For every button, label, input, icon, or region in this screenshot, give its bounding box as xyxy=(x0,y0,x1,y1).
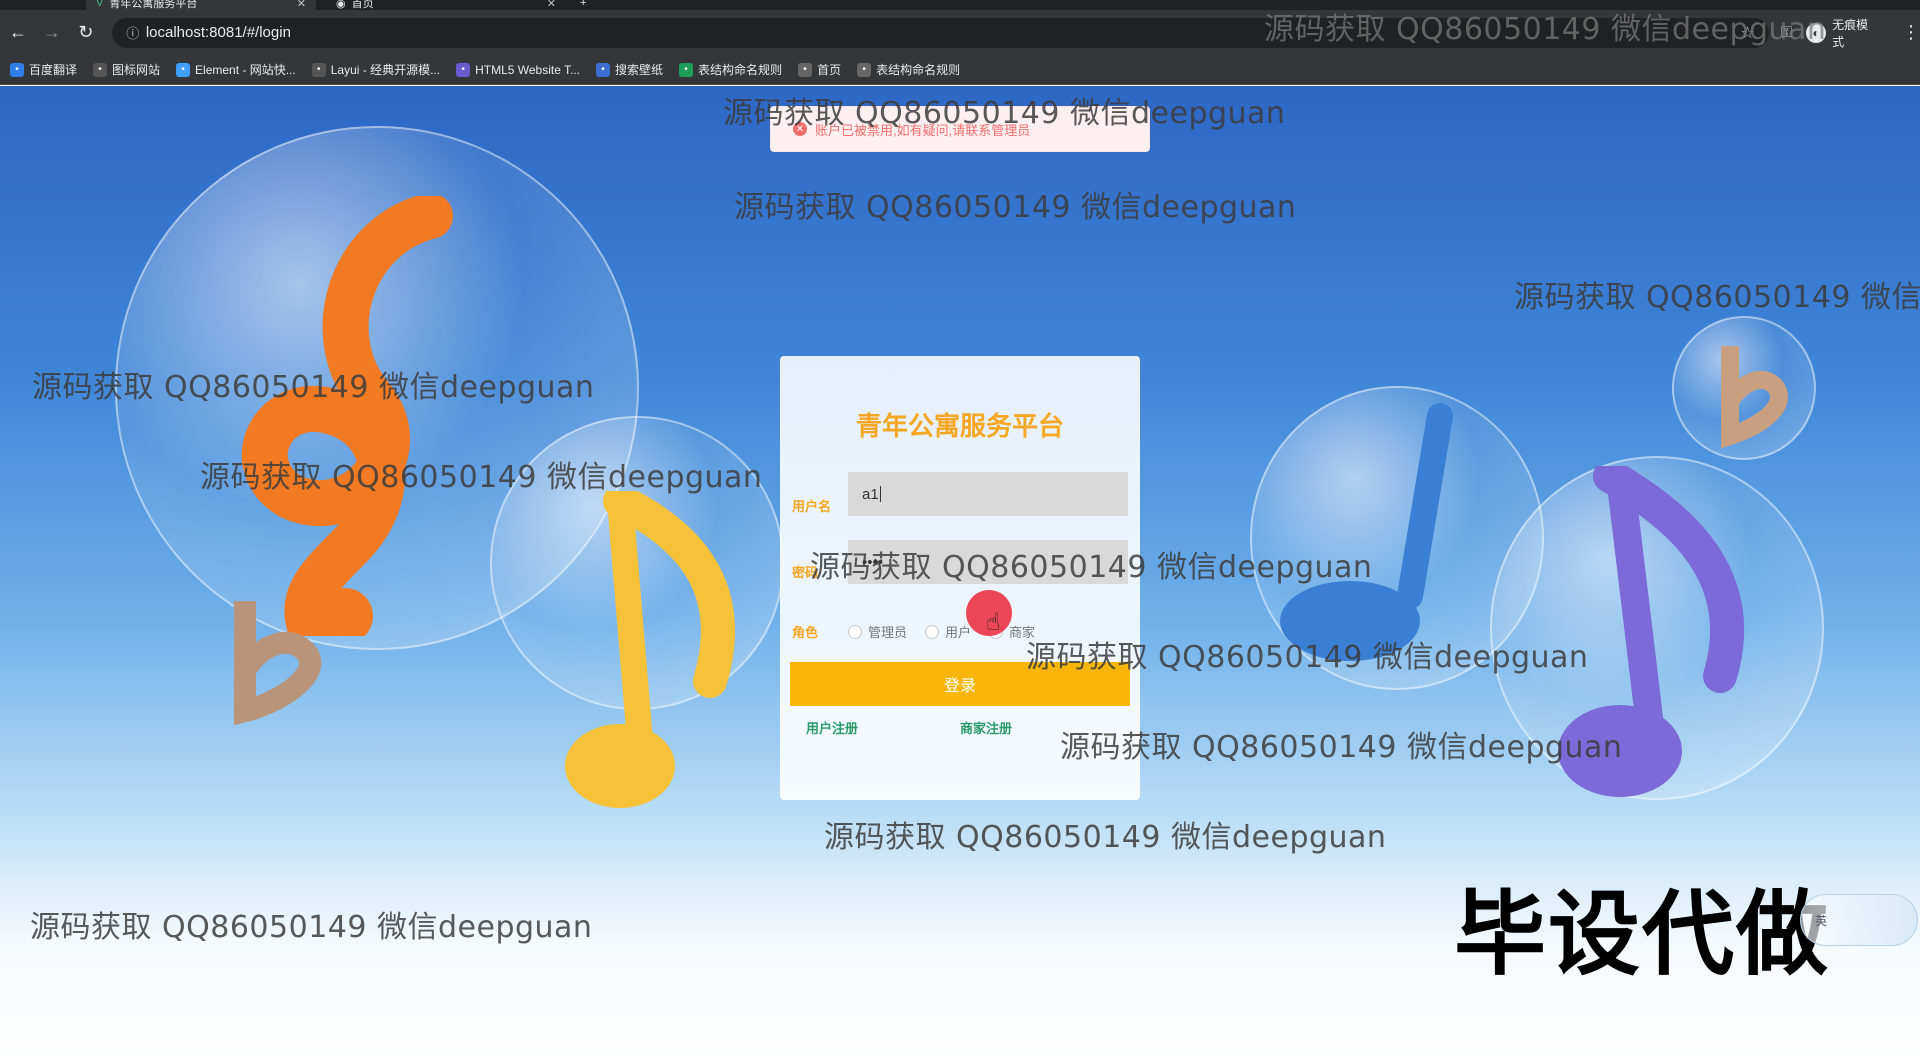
bookmark-item[interactable]: • Layui - 经典开源模... xyxy=(311,61,441,78)
close-icon[interactable]: ✕ xyxy=(547,0,556,10)
role-option-admin[interactable]: 管理员 xyxy=(848,622,907,641)
bookmark-label: 百度翻译 xyxy=(29,63,78,77)
tab-title: 青年公寓服务平台 xyxy=(109,0,198,10)
ime-language-label: 英 xyxy=(1815,913,1828,928)
watermark: 源码获取 QQ86050149 微信deepguan xyxy=(810,550,1373,585)
flat-symbol-icon xyxy=(1721,346,1788,449)
login-title: 青年公寓服务平台 xyxy=(855,411,1064,441)
bookmark-label: 表结构命名规则 xyxy=(698,63,783,77)
globe-icon: • xyxy=(857,62,872,77)
radio-button[interactable] xyxy=(848,624,862,639)
bookmark-item[interactable]: • 表结构命名规则 xyxy=(679,61,782,78)
watermark: 源码获取 QQ86050149 微信deepguan xyxy=(1060,730,1623,765)
role-option-label: 用户 xyxy=(945,625,972,640)
login-page: ✕ 账户已被禁用,如有疑问,请联系管理员 青年公寓服务平台 用户名 a1 密码 … xyxy=(0,86,1920,1056)
bookmark-item[interactable]: • Element - 网站快... xyxy=(176,61,296,78)
bookmark-item[interactable]: • 百度翻译 xyxy=(10,61,77,78)
user-register-link[interactable]: 用户注册 xyxy=(806,718,858,737)
bookmark-label: Element - 网站快... xyxy=(195,63,296,77)
watermark: 源码获取 QQ86050149 微信d xyxy=(1514,280,1920,315)
layui-icon: • xyxy=(311,62,326,77)
watermark: 源码获取 QQ86050149 微信deepguan xyxy=(824,820,1387,855)
watermark: 源码获取 QQ86050149 微信deepguan xyxy=(200,460,763,495)
merchant-register-link[interactable]: 商家注册 xyxy=(960,718,1012,737)
eighth-note-icon xyxy=(565,491,735,808)
back-arrow-icon[interactable]: ← xyxy=(2,17,34,49)
watermark: 源码获取 QQ86050149 微信deepguan xyxy=(734,190,1297,225)
hand-cursor-icon: ☝ xyxy=(986,609,1001,636)
bookmark-item[interactable]: • HTML5 Website T... xyxy=(456,62,581,77)
translate-icon: • xyxy=(10,62,24,77)
radio-button[interactable] xyxy=(925,624,940,639)
info-icon[interactable]: ⓘ xyxy=(120,23,146,42)
watermark: 源码获取 QQ86050149 微信deepguan xyxy=(1026,640,1589,675)
bookmark-label: 首页 xyxy=(817,63,842,77)
close-icon[interactable]: ✕ xyxy=(297,0,306,10)
incognito-label: 无痕模式 xyxy=(1832,17,1869,49)
bookmark-label: 搜索壁纸 xyxy=(615,63,664,77)
watermark: 源码获取 QQ86050149 微信deepguan xyxy=(32,370,595,405)
sheet-icon: • xyxy=(679,62,694,77)
watermark: 源码获取 QQ86050149 微信deepguan xyxy=(30,910,593,945)
menu-icon[interactable]: ⋮ xyxy=(1902,22,1920,43)
username-value: a1 xyxy=(862,485,879,503)
role-option-label: 管理员 xyxy=(868,625,908,640)
username-input[interactable]: a1 xyxy=(848,472,1128,516)
text-caret xyxy=(879,486,881,502)
role-label: 角色 xyxy=(792,625,819,640)
tab-title: 首页 xyxy=(351,0,374,10)
bookmark-label: HTML5 Website T... xyxy=(475,62,581,77)
role-radio-group: 管理员 用户 商家 xyxy=(848,622,1045,641)
watermark: 源码获取 QQ86050149 微信deepguan xyxy=(723,96,1286,131)
ime-widget[interactable]: 英 xyxy=(1800,894,1918,946)
flat-symbol-icon xyxy=(234,601,322,726)
wallpaper-icon: • xyxy=(596,62,611,77)
bookmark-label: 图标网站 xyxy=(112,63,161,77)
element-icon: • xyxy=(176,62,191,77)
vue-icon: V xyxy=(96,0,104,9)
forward-arrow-icon[interactable]: → xyxy=(36,17,68,49)
globe-icon: ◉ xyxy=(336,0,346,10)
treble-clef-icon xyxy=(241,196,453,636)
bookmark-item[interactable]: • 搜索壁纸 xyxy=(596,61,663,78)
bookmark-label: Layui - 经典开源模... xyxy=(330,63,441,77)
bookmarks-bar: • 百度翻译 • 图标网站 • Element - 网站快... • Layui - 经典开源… xyxy=(0,55,1920,85)
new-tab-button[interactable]: + xyxy=(570,0,596,10)
tab-inactive[interactable]: ◉ 首页 ✕ xyxy=(326,0,566,10)
username-label: 用户名 xyxy=(792,499,832,514)
bookmark-label: 表结构命名规则 xyxy=(876,63,961,77)
overlay-banner-text: 毕设代做 xyxy=(1454,881,1831,988)
role-option-user[interactable]: 用户 xyxy=(925,622,971,641)
tab-active[interactable]: V 青年公寓服务平台 ✕ xyxy=(86,0,316,10)
bookmark-item[interactable]: • 首页 xyxy=(798,61,841,78)
url-text: localhost:8081/#/login xyxy=(145,24,291,41)
flag-icon: • xyxy=(93,62,108,77)
reload-icon[interactable]: ↻ xyxy=(70,17,102,49)
watermark: 源码获取 QQ86050149 微信deepguan xyxy=(1264,12,1827,47)
bookmark-item[interactable]: • 表结构命名规则 xyxy=(857,61,960,78)
html5-icon: • xyxy=(456,62,471,77)
bookmark-item[interactable]: • 图标网站 xyxy=(93,61,160,78)
globe-icon: • xyxy=(798,62,813,77)
